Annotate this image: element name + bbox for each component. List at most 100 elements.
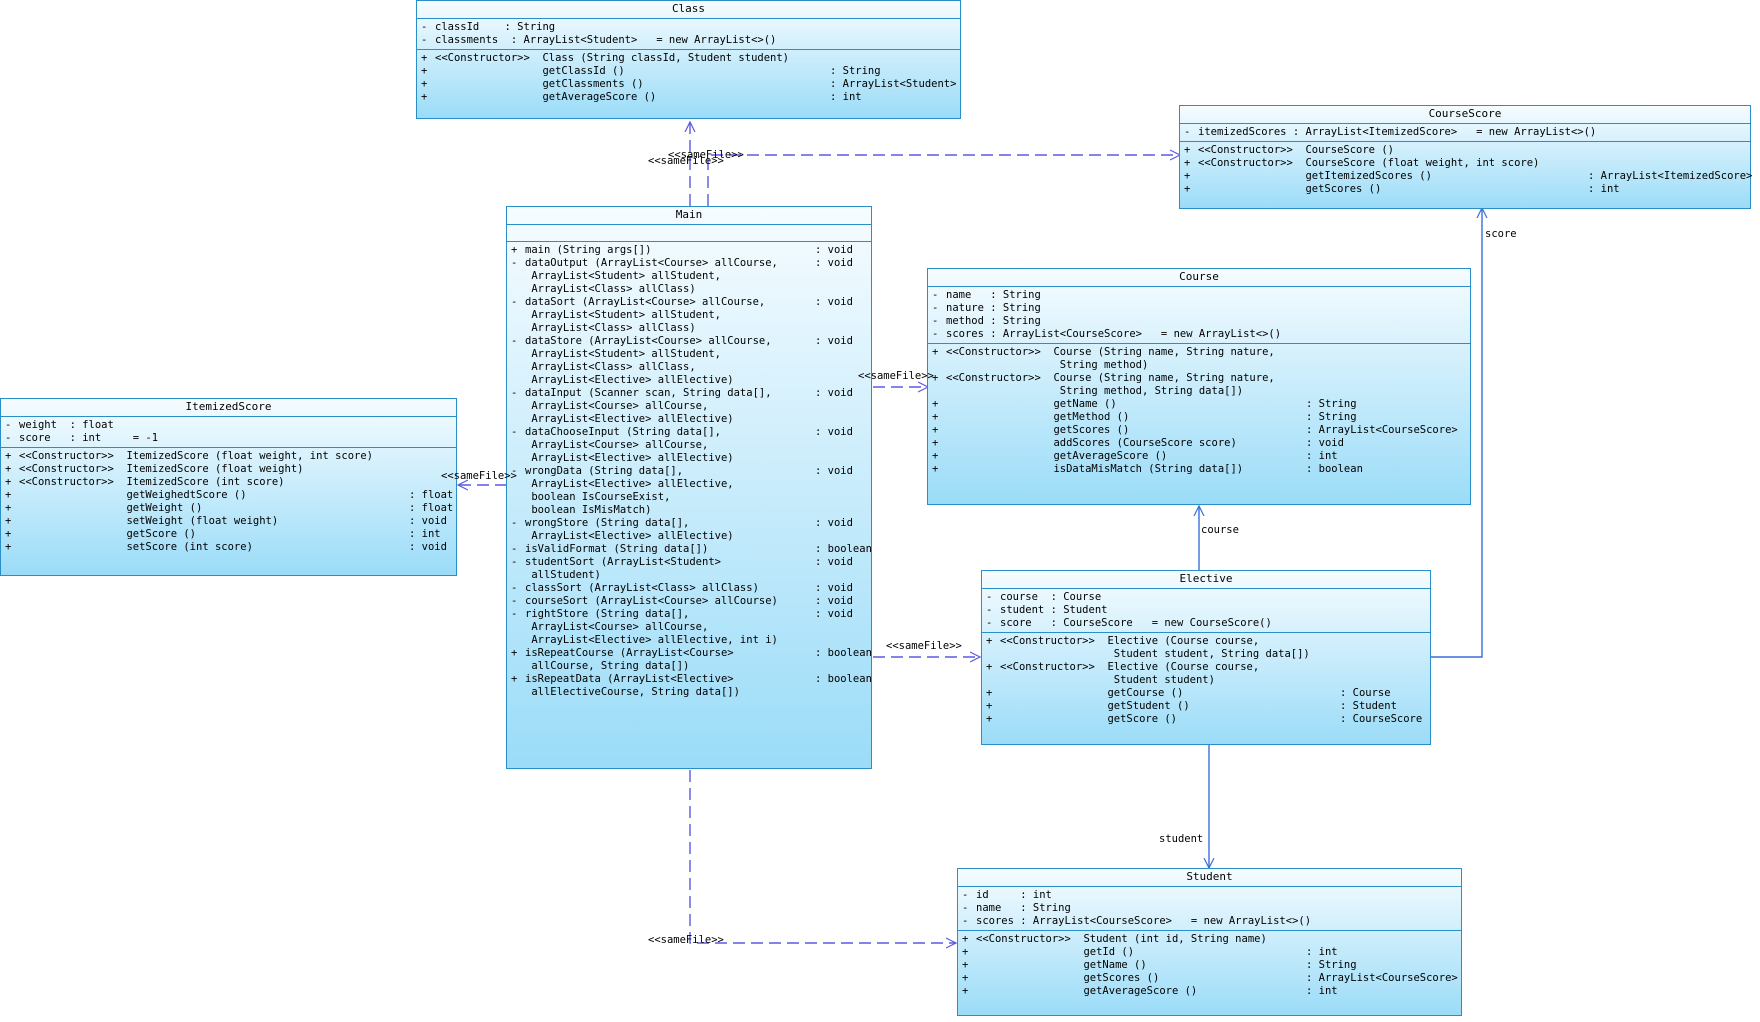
visibility-marker: -: [511, 543, 518, 555]
visibility-marker: [511, 660, 525, 673]
class-box-student[interactable]: Student - id : int - name : String - scores :…: [957, 868, 1462, 1016]
operation-row: + main (String args[]): void: [511, 244, 867, 257]
return-type: : void: [815, 517, 853, 529]
operation-row: + getScore (): int: [5, 528, 452, 541]
operation-row: ArrayList<Student> allStudent,: [511, 309, 867, 322]
operation-row: + getAverageScore (): int: [421, 91, 956, 104]
attribute-row: - scores : ArrayList<CourseScore> = new A…: [962, 915, 1457, 928]
member-signature: getStudent (): [1000, 700, 1190, 712]
operations-section: + <<Constructor>> Student (int id, String…: [958, 931, 1461, 1000]
visibility-marker: -: [511, 582, 518, 594]
visibility-marker: -: [511, 426, 518, 438]
visibility-marker: +: [986, 713, 993, 725]
return-type: : Student: [1340, 700, 1397, 712]
operation-row: ArrayList<Elective> allElective, int i): [511, 634, 867, 647]
operations-section: + <<Constructor>> CourseScore () + <<Constr…: [1180, 142, 1752, 198]
class-box-course[interactable]: Course - name : String - nature : String - me…: [927, 268, 1471, 505]
member-signature: getScores (): [946, 424, 1130, 436]
visibility-marker: -: [932, 302, 939, 314]
class-box-main[interactable]: Main + main (String args[]): void - dataOut…: [506, 206, 872, 769]
return-type: : ArrayList<CourseScore>: [1306, 424, 1458, 436]
member-signature: ArrayList<Course> allCourse,: [525, 439, 709, 451]
return-type: : int: [1306, 985, 1338, 997]
member-signature: <<Constructor>> ItemizedScore (int score…: [19, 476, 285, 488]
class-title: ItemizedScore: [1, 399, 456, 417]
operation-row: ArrayList<Class> allClass): [511, 283, 867, 296]
visibility-marker: -: [986, 617, 993, 629]
operation-row: + getName (): String: [932, 398, 1466, 411]
visibility-marker: [511, 413, 525, 426]
visibility-marker: [511, 374, 525, 387]
operation-row: + getStudent (): Student: [986, 700, 1426, 713]
return-type: : void: [815, 595, 853, 607]
return-type: : void: [409, 515, 447, 527]
member-signature: classSort (ArrayList<Class> allClass): [525, 582, 759, 594]
member-signature: ArrayList<Elective> allElective): [525, 452, 734, 464]
class-box-coursescore[interactable]: CourseScore - itemizedScores : ArrayList<…: [1179, 105, 1752, 209]
operation-row: String method): [932, 359, 1466, 372]
operation-row: + <<Constructor>> CourseScore (): [1184, 144, 1746, 157]
visibility-marker: +: [932, 398, 939, 410]
member-signature: ArrayList<Student> allStudent,: [525, 309, 721, 321]
operation-row: + getWeight (): float: [5, 502, 453, 515]
operation-row: Student student, String data[]): [986, 648, 1426, 661]
operation-row: + <<Constructor>> Course (String name, St…: [932, 372, 1466, 385]
operation-row: Student student): [986, 674, 1426, 687]
member-signature: ArrayList<Elective> allElective): [525, 413, 734, 425]
visibility-marker: +: [986, 687, 993, 699]
return-type: : void: [815, 608, 853, 620]
attribute-row: - scores : ArrayList<CourseScore> = new A…: [932, 328, 1466, 341]
attributes-section: [507, 225, 871, 242]
operation-row: + setWeight (float weight): void: [5, 515, 452, 528]
member-signature: dataInput (Scanner scan, String data[],: [525, 387, 772, 399]
visibility-marker: [511, 283, 525, 296]
visibility-marker: +: [932, 463, 939, 475]
samefile-label-class-b: <<sameFile>>: [648, 155, 724, 167]
visibility-marker: [932, 385, 946, 398]
operation-row: boolean IsCourseExist,: [511, 491, 867, 504]
member-signature: <<Constructor>> CourseScore (): [1198, 144, 1394, 156]
class-box-itemizedscore[interactable]: ItemizedScore - weight : float - score : in…: [0, 398, 457, 576]
attributes-section: - classId : String - classments : ArrayList…: [417, 19, 960, 50]
member-signature: ArrayList<Elective> allElective,: [525, 478, 734, 490]
visibility-marker: [511, 621, 525, 634]
return-type: : ArrayList<Student>: [830, 78, 957, 90]
return-type: : void: [815, 556, 853, 568]
visibility-marker: +: [5, 476, 12, 488]
member-signature: scores : ArrayList<CourseScore> = new Ar…: [976, 915, 1312, 927]
operation-row: allElectiveCourse, String data[]): [511, 686, 867, 699]
visibility-marker: +: [986, 661, 993, 673]
visibility-marker: -: [986, 591, 993, 603]
member-signature: ArrayList<Student> allStudent,: [525, 348, 721, 360]
class-box-elective[interactable]: Elective - course : Course - student : Stud…: [981, 570, 1431, 745]
association-label-course: course: [1201, 524, 1239, 536]
visibility-marker: -: [511, 556, 518, 568]
attribute-row: - classments : ArrayList<Student> = new A…: [421, 34, 956, 47]
operation-row: + getScore (): CourseScore: [986, 713, 1426, 726]
return-type: : int: [1588, 183, 1620, 195]
visibility-marker: [932, 359, 946, 372]
return-type: : Course: [1340, 687, 1391, 699]
operation-row: - dataChooseInput (String data[],: void: [511, 426, 867, 439]
visibility-marker: +: [5, 528, 12, 540]
operation-row: + getId (): int: [962, 946, 1457, 959]
class-box-class[interactable]: Class - classId : String - classments : Arr…: [416, 0, 961, 119]
visibility-marker: [511, 270, 525, 283]
visibility-marker: +: [5, 489, 12, 501]
operation-row: ArrayList<Elective> allElective): [511, 374, 867, 387]
operation-row: + isDataMisMatch (String data[]): boolea…: [932, 463, 1466, 476]
visibility-marker: +: [1184, 170, 1191, 182]
return-type: : void: [815, 296, 853, 308]
member-signature: ArrayList<Elective> allElective): [525, 530, 734, 542]
visibility-marker: -: [421, 34, 428, 46]
member-signature: allElectiveCourse, String data[]): [525, 686, 740, 698]
return-type: : int: [409, 528, 441, 540]
visibility-marker: [511, 322, 525, 335]
member-signature: getWeighedtScore (): [19, 489, 247, 501]
return-type: : void: [815, 244, 853, 256]
class-title: Class: [417, 1, 960, 19]
visibility-marker: [511, 309, 525, 322]
visibility-marker: +: [5, 450, 12, 462]
member-signature: courseSort (ArrayList<Course> allCourse): [525, 595, 778, 607]
member-signature: ArrayList<Class> allClass): [525, 322, 696, 334]
